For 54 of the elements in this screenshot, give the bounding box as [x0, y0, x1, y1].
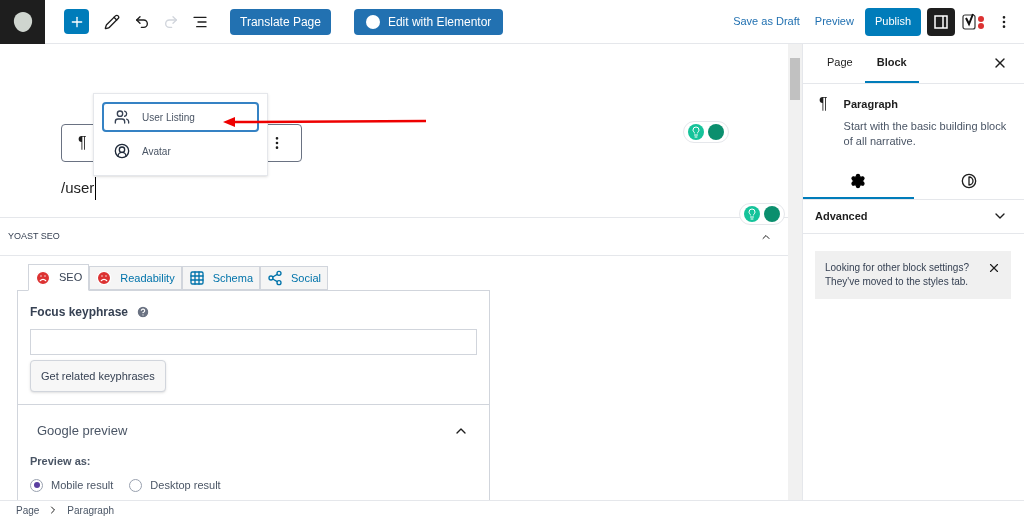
keyphrase-field[interactable]	[30, 329, 477, 355]
share-icon	[267, 270, 283, 286]
elementor-icon	[365, 14, 380, 29]
yoast-tab[interactable]: Schema	[181, 266, 260, 290]
suggestion-item[interactable]: Avatar	[102, 136, 259, 166]
settings-toggle[interactable]	[927, 7, 955, 36]
yoast-tab[interactable]: Readability	[89, 266, 182, 290]
users-icon	[114, 109, 130, 125]
notice-text: Looking for other block settings? They've moved to the styles tab.	[825, 260, 970, 289]
elementor-button[interactable]: Edit with Elementor	[353, 8, 504, 35]
grammarly-icon	[708, 124, 724, 140]
breadcrumb-link[interactable]: Page	[16, 502, 40, 518]
paragraph-icon[interactable]: ¶	[78, 131, 87, 155]
undo-icon[interactable]	[134, 13, 150, 30]
gear-icon	[850, 172, 867, 189]
save-draft-link[interactable]: Save as Draft	[733, 13, 800, 30]
section-title: Google preview	[37, 422, 128, 440]
yoast-tab[interactable]: Social	[260, 266, 328, 290]
sad-face-icon	[96, 270, 113, 286]
add-block-button[interactable]	[64, 9, 89, 34]
avatar-icon	[114, 143, 130, 159]
paragraph-icon: ¶	[819, 96, 828, 149]
yoast-icon[interactable]	[962, 11, 986, 32]
sidebar-tab[interactable]: Page	[815, 43, 865, 83]
sad-face-icon	[35, 269, 51, 286]
paragraph-text[interactable]: /user	[61, 177, 97, 200]
panel-title: YOAST SEO	[8, 229, 60, 243]
sidebar-icon	[934, 14, 948, 29]
lightbulb-icon	[688, 124, 704, 140]
contrast-icon	[960, 172, 977, 189]
related-keyphrases-button[interactable]: Get related keyphrases	[30, 360, 166, 392]
lightbulb-icon	[744, 206, 760, 222]
grammarly-badge[interactable]	[739, 203, 785, 225]
radio-option[interactable]: Desktop result	[129, 477, 221, 494]
radio-option[interactable]: Mobile result	[30, 477, 114, 494]
block-description: Start with the basic building block of all narrative.	[843, 118, 1008, 149]
sidebar-tab[interactable]: Block	[864, 43, 919, 83]
grammarly-badge[interactable]	[683, 121, 729, 143]
suggestion-item[interactable]: User Listing	[102, 102, 259, 132]
field-label: Preview as:	[30, 453, 92, 469]
translate-button[interactable]: Translate Page	[230, 8, 331, 35]
grammarly-icon	[764, 206, 780, 222]
field-label: Focus keyphrase	[30, 304, 129, 321]
section-title: Advanced	[815, 208, 868, 224]
breadcrumb-link[interactable]: Paragraph	[67, 502, 115, 518]
help-icon[interactable]	[136, 305, 151, 319]
preview-link[interactable]: Preview	[814, 13, 854, 30]
yoast-tab[interactable]: SEO	[28, 264, 90, 291]
publish-button[interactable]: Publish	[864, 7, 921, 36]
site-logo[interactable]	[0, 0, 45, 44]
edit-icon[interactable]	[104, 13, 120, 30]
grid-icon	[188, 270, 205, 286]
scrollbar[interactable]	[788, 44, 802, 500]
block-title: Paragraph	[843, 97, 899, 112]
